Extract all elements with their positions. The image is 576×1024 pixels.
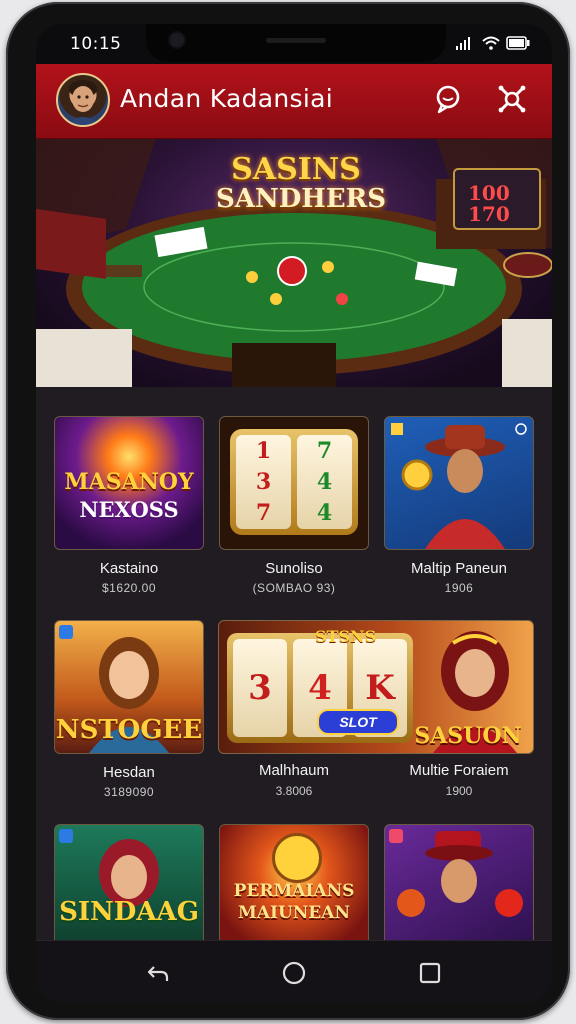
game-emblem — [272, 833, 322, 883]
banner-title: SASINS SANDHERS — [216, 152, 387, 214]
avatar[interactable] — [56, 73, 110, 127]
game-card[interactable]: Maltip Paneun 1906 — [384, 416, 534, 595]
game-card[interactable]: SINDAAG — [54, 824, 204, 958]
chat-button[interactable] — [430, 81, 466, 117]
slot-symbol: 4 — [316, 468, 333, 495]
status-icons — [456, 36, 530, 50]
game-art: 1 3 7 7 4 4 — [219, 416, 369, 550]
game-art-subtitle: NEXOSS — [79, 497, 179, 522]
game-card[interactable]: NSTOGEE Hesdan 3189090 — [54, 620, 204, 799]
character-illustration — [391, 423, 527, 549]
game-art: SINDAAG — [54, 824, 204, 958]
game-card[interactable]: 1 3 7 7 4 4 Sunoliso (SOMBAO 93) — [219, 416, 369, 595]
game-art — [384, 824, 534, 958]
featured-game-title: SASUON — [414, 723, 522, 749]
game-art: PERMAIANS MAIUNEAN — [219, 824, 369, 958]
banner-side-numbers: 100 170 — [468, 181, 510, 226]
screen: 10:15 Andan Kadansiai SASINS SANDHERS 10… — [36, 24, 552, 1002]
app-title: Andan Kadansiai — [120, 84, 333, 113]
game-art-title: MASANOY — [64, 469, 194, 495]
banner-title-line2: SANDHERS — [216, 183, 387, 214]
game-art — [384, 416, 534, 550]
featured-game-art[interactable]: 3 4 K STSNS SLOT SASUON — [218, 620, 534, 754]
home-circle-icon — [282, 961, 306, 985]
game-art-subtitle: MAIUNEAN — [237, 903, 350, 923]
slot-symbol: 7 — [255, 500, 272, 527]
back-icon — [147, 966, 169, 981]
game-name: Hesdan — [103, 764, 155, 781]
slot-symbol: 4 — [316, 500, 333, 527]
featured-slot-badge: SLOT — [317, 709, 399, 735]
phone-frame: 10:15 Andan Kadansiai SASINS SANDHERS 10… — [6, 2, 570, 1020]
game-name: Maltip Paneun — [411, 560, 507, 577]
game-name: Malhhaum — [258, 762, 330, 779]
app-header: Andan Kadansiai — [36, 64, 552, 140]
camera-icon — [170, 33, 184, 47]
game-art-title: NSTOGEE — [55, 715, 203, 745]
character-illustration — [389, 829, 523, 917]
home-button[interactable] — [278, 957, 310, 989]
recents-button[interactable] — [414, 957, 446, 989]
system-nav-bar — [36, 940, 552, 1002]
game-amount: 1906 — [444, 581, 474, 595]
battery-icon — [506, 36, 530, 50]
game-amount: 1900 — [445, 784, 473, 798]
slot-symbol: 3 — [233, 639, 287, 737]
chat-icon — [436, 85, 460, 114]
game-amount: $1620.00 — [101, 581, 157, 595]
character-illustration — [59, 829, 159, 907]
slot-reels: 1 3 7 7 4 4 — [230, 429, 358, 535]
speaker-grille — [266, 38, 326, 43]
signal-icon — [456, 37, 470, 50]
game-amount: (SOMBAO 93) — [252, 581, 336, 595]
game-art: MASANOY NEXOSS — [54, 416, 204, 550]
featured-top-label: STSNS — [315, 627, 377, 646]
game-amount: 3189090 — [103, 785, 155, 799]
wifi-icon — [482, 36, 500, 50]
hero-banner[interactable]: SASINS SANDHERS 100 170 — [36, 139, 552, 387]
slot-symbol: 7 — [316, 437, 333, 464]
status-bar: 10:15 — [36, 24, 552, 64]
game-art-title: SINDAAG — [59, 897, 199, 927]
game-art-title: PERMAIANS — [233, 881, 355, 901]
slot-symbol: 3 — [255, 468, 272, 495]
game-name: Kastaino — [99, 560, 159, 577]
game-art: NSTOGEE — [54, 620, 204, 754]
settings-button[interactable] — [494, 81, 530, 117]
recents-square-icon — [419, 962, 441, 984]
slot-symbol: 1 — [255, 437, 272, 464]
back-button[interactable] — [142, 957, 174, 989]
game-card[interactable]: PERMAIANS MAIUNEAN — [219, 824, 369, 958]
status-time: 10:15 — [70, 34, 122, 54]
game-card[interactable]: MASANOY NEXOSS Kastaino $1620.00 — [54, 416, 204, 595]
game-card[interactable] — [384, 824, 534, 958]
settings-icon — [498, 85, 526, 113]
game-amount: 3.8006 — [275, 784, 313, 798]
notch — [146, 24, 446, 62]
game-name: Sunoliso — [265, 560, 323, 577]
game-name: Multie Foraiem — [409, 762, 509, 779]
banner-title-line1: SASINS — [231, 152, 361, 187]
